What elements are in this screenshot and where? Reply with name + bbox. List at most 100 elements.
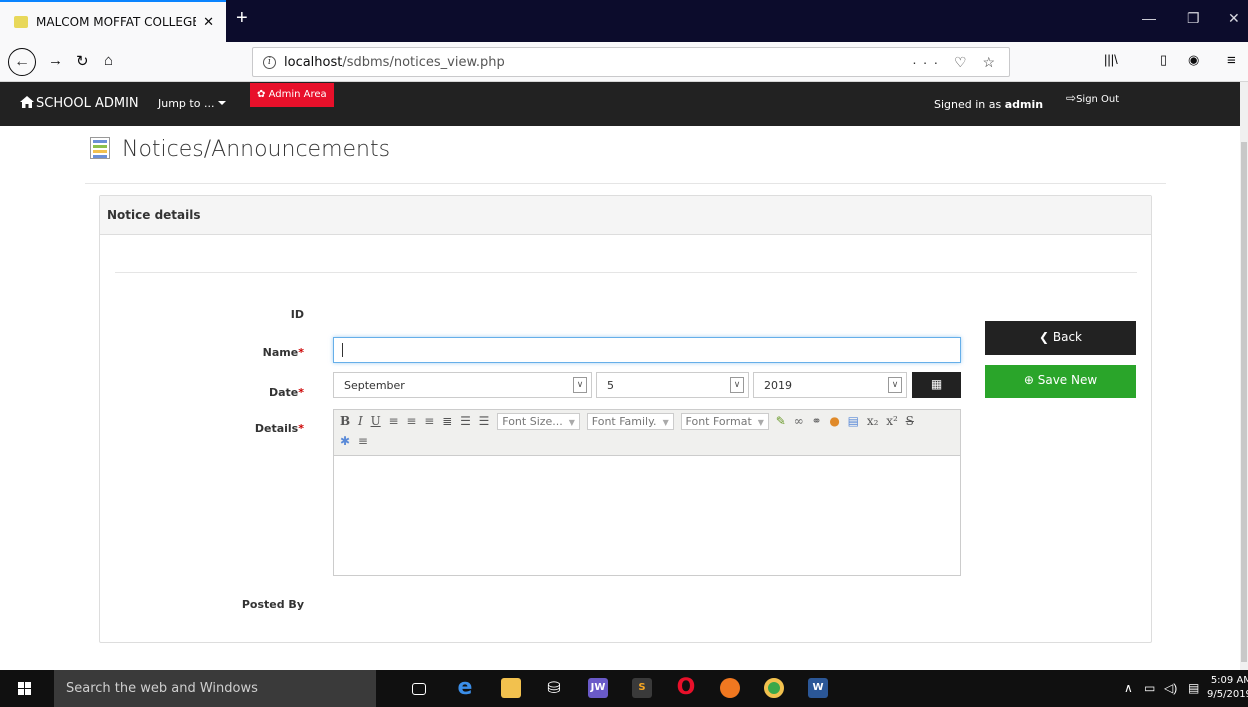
justify-icon[interactable]: ≣ xyxy=(442,414,452,428)
italic-icon[interactable]: I xyxy=(358,414,363,428)
font-family-select[interactable]: Font Family. ▼ xyxy=(586,413,674,430)
reload-icon[interactable]: ↻ xyxy=(76,52,89,70)
horizontal-rule-icon[interactable]: ≡ xyxy=(358,434,368,448)
editor-toolbar: B I U ≡ ≡ ≡ ≣ ☰ ☰ Font Size... ▼ Font Fam… xyxy=(334,410,960,456)
minimize-icon[interactable]: — xyxy=(1142,10,1156,26)
caret-down-icon xyxy=(218,101,227,105)
jump-to-label: Jump to ... xyxy=(158,97,215,110)
details-editor-area[interactable] xyxy=(334,456,960,575)
strikethrough-icon[interactable]: S xyxy=(906,414,914,428)
underline-icon[interactable]: U xyxy=(371,414,381,428)
word-icon[interactable]: W xyxy=(808,678,828,698)
admin-area-label: Admin Area xyxy=(268,89,327,100)
home-icon[interactable]: ⌂ xyxy=(104,52,113,69)
sign-out-icon: ⇨ xyxy=(1066,91,1077,105)
tray-chevron-up-icon[interactable]: ∧ xyxy=(1124,681,1133,695)
superscript-icon[interactable]: x² xyxy=(886,414,898,428)
back-button[interactable]: ❮ Back xyxy=(985,321,1136,355)
new-tab-icon[interactable]: + xyxy=(236,8,248,28)
restore-icon[interactable]: ❐ xyxy=(1187,10,1200,27)
browser-forward-icon[interactable]: → xyxy=(48,52,63,69)
align-center-icon[interactable]: ≡ xyxy=(406,414,416,428)
windows-taskbar: Search the web and Windows e ⛁ JW S O W … xyxy=(0,670,1248,707)
page-favicon-icon xyxy=(14,16,28,28)
file-explorer-icon[interactable] xyxy=(501,678,521,698)
scrollbar-thumb[interactable] xyxy=(1241,142,1247,662)
window-close-icon[interactable]: ✕ xyxy=(1228,10,1240,27)
calendar-button[interactable]: ▦ xyxy=(912,372,961,398)
chevron-left-icon: ❮ xyxy=(1038,330,1050,344)
plus-circle-icon: ⊕ xyxy=(1023,373,1034,387)
chevron-down-icon: ∨ xyxy=(730,377,744,393)
site-info-icon[interactable]: i xyxy=(263,55,276,69)
page-scrollbar[interactable] xyxy=(1240,82,1248,670)
sublime-icon[interactable]: S xyxy=(632,678,652,698)
date-year-select[interactable]: 2019 ∨ xyxy=(753,372,907,398)
details-label: Details* xyxy=(254,422,304,435)
taskbar-clock[interactable]: 5:09 AM 9/5/2019 xyxy=(1207,674,1248,702)
font-format-select[interactable]: Font Format ▼ xyxy=(680,413,769,430)
chrome-icon[interactable] xyxy=(764,678,784,698)
posted-by-label: Posted By xyxy=(241,598,304,611)
panel-divider xyxy=(115,272,1137,273)
taskbar-search-box[interactable]: Search the web and Windows xyxy=(54,670,376,707)
brand-link[interactable]: SCHOOL ADMIN xyxy=(20,96,139,111)
align-right-icon[interactable]: ≡ xyxy=(424,414,434,428)
url-bar[interactable]: i localhost/sdbms/notices_view.php ··· ♡… xyxy=(252,47,1010,77)
close-tab-icon[interactable]: ✕ xyxy=(203,14,214,30)
details-editor: B I U ≡ ≡ ≡ ≣ ☰ ☰ Font Size... ▼ Font Fam… xyxy=(333,409,961,576)
windows-start-icon[interactable] xyxy=(18,682,32,696)
tab-title: MALCOM MOFFAT COLLEGE O xyxy=(36,15,196,29)
calendar-grid-icon: ▦ xyxy=(930,377,943,391)
ordered-list-icon[interactable]: ☰ xyxy=(460,414,471,428)
remove-format-icon[interactable]: ✱ xyxy=(340,434,350,448)
admin-area-button[interactable]: ✿ Admin Area xyxy=(250,83,334,107)
title-divider xyxy=(85,183,1166,184)
sign-out-link[interactable]: ⇨Sign Out xyxy=(1066,91,1119,105)
library-icon[interactable]: |||\ xyxy=(1104,52,1118,67)
color-icon[interactable]: ● xyxy=(829,414,839,428)
bold-icon[interactable]: B xyxy=(340,414,350,428)
store-icon[interactable]: ⛁ xyxy=(544,678,564,698)
signed-in-user: admin xyxy=(1004,98,1044,111)
app-navbar: SCHOOL ADMIN Jump to ... ✿ Admin Area Si… xyxy=(0,82,1240,126)
extension-icon[interactable]: ◉ xyxy=(1188,52,1199,68)
insert-document-icon[interactable]: ▤ xyxy=(848,414,859,428)
date-month-select[interactable]: September ∨ xyxy=(333,372,592,398)
panel-heading: Notice details xyxy=(100,196,1151,235)
home-icon xyxy=(20,96,34,108)
sidebar-icon[interactable]: ▯ xyxy=(1160,52,1167,68)
link-icon[interactable]: ∞ xyxy=(794,414,804,428)
menu-icon[interactable]: ≡ xyxy=(1227,52,1236,69)
edge-icon[interactable]: e xyxy=(455,677,475,699)
browser-tab[interactable]: MALCOM MOFFAT COLLEGE O ✕ xyxy=(0,0,226,42)
date-label: Date* xyxy=(268,386,304,399)
action-center-icon[interactable]: ▤ xyxy=(1188,681,1199,695)
chevron-down-icon: ∨ xyxy=(888,377,902,393)
date-day-select[interactable]: 5 ∨ xyxy=(596,372,749,398)
firefox-icon[interactable] xyxy=(720,678,740,698)
save-new-button[interactable]: ⊕ Save New xyxy=(985,365,1136,398)
name-label: Name* xyxy=(262,346,304,359)
network-icon[interactable]: ▭ xyxy=(1144,681,1155,695)
browser-toolbar: ← → ↻ ⌂ i localhost/sdbms/notices_view.p… xyxy=(0,42,1248,82)
subscript-icon[interactable]: x₂ xyxy=(867,414,879,428)
page-actions-icons[interactable]: ··· ♡ ☆ xyxy=(912,54,1001,71)
browser-back-icon[interactable]: ← xyxy=(8,48,36,76)
task-view-icon[interactable] xyxy=(412,683,426,695)
text-cursor xyxy=(342,343,343,357)
font-size-select[interactable]: Font Size... ▼ xyxy=(497,413,580,430)
jump-to-dropdown[interactable]: Jump to ... xyxy=(158,97,227,110)
name-input[interactable] xyxy=(333,337,961,363)
insert-image-icon[interactable]: ✎ xyxy=(776,414,786,428)
unordered-list-icon[interactable]: ☰ xyxy=(479,414,490,428)
opera-icon[interactable]: O xyxy=(676,677,696,699)
signed-in-text: Signed in as admin xyxy=(934,98,1044,111)
brand-label: SCHOOL ADMIN xyxy=(36,96,139,111)
align-left-icon[interactable]: ≡ xyxy=(389,414,399,428)
table-icon xyxy=(90,137,110,159)
volume-icon[interactable]: ◁) xyxy=(1164,681,1177,695)
jw-app-icon[interactable]: JW xyxy=(588,678,608,698)
url-text: localhost/sdbms/notices_view.php xyxy=(284,54,505,70)
unlink-icon[interactable]: ⚭ xyxy=(811,414,821,428)
